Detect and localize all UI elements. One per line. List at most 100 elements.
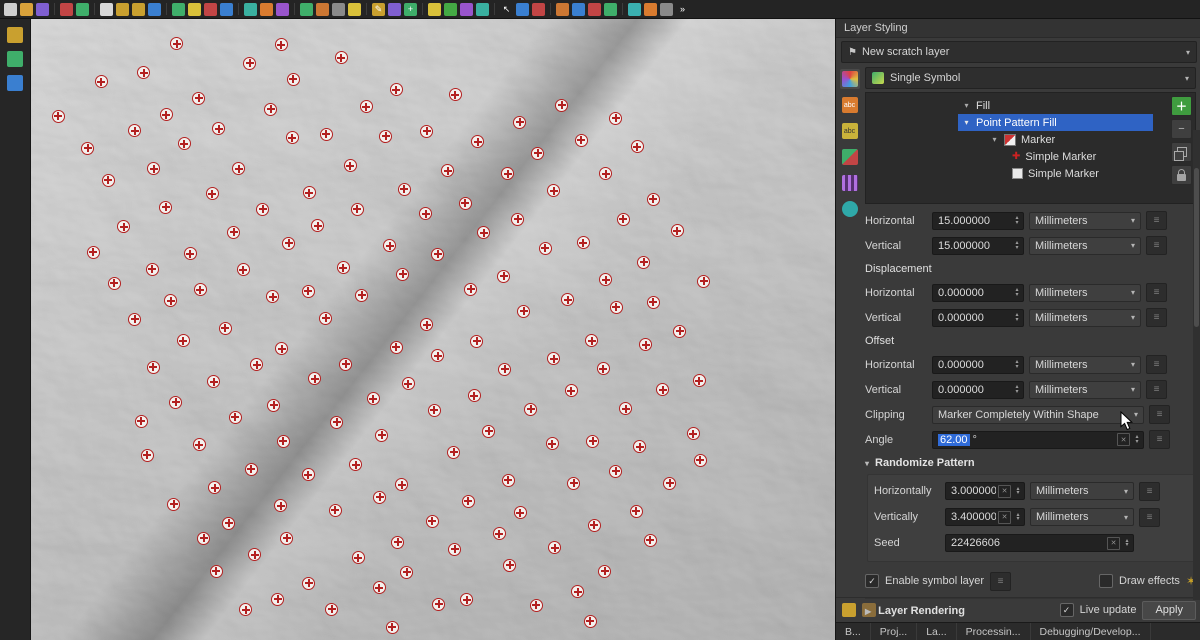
delete-selected-icon[interactable]: [532, 3, 545, 16]
data-defined-override-button[interactable]: ≡: [1146, 308, 1167, 327]
tree-item-simple-marker-2[interactable]: Simple Marker: [866, 165, 1195, 182]
bookmarks-panel-icon[interactable]: [7, 75, 23, 91]
displacement-vertical-spinbox[interactable]: 0.000000 ▴▾: [932, 309, 1024, 327]
displacement-vertical-unit-combo[interactable]: Millimeters ▾: [1029, 309, 1141, 327]
settings-icon[interactable]: [660, 3, 673, 16]
tree-item-marker[interactable]: ▾ Marker: [866, 131, 1195, 148]
python-console-icon[interactable]: [628, 3, 641, 16]
toolbar-overflow-icon[interactable]: »: [676, 3, 689, 16]
offset-horizontal-unit-combo[interactable]: Millimeters ▾: [1029, 356, 1141, 374]
cursor-tool-icon[interactable]: ↖: [500, 3, 513, 16]
draw-effects-checkbox[interactable]: [1099, 574, 1113, 588]
tab-history[interactable]: [840, 199, 860, 219]
zoom-full-icon[interactable]: [148, 3, 161, 16]
expand-arrow-icon[interactable]: ▾: [990, 135, 999, 144]
zoom-in-icon[interactable]: [116, 3, 129, 16]
labels-toolbar-icon[interactable]: [260, 3, 273, 16]
randomize-horizontal-spinbox[interactable]: 3.000000 ✕ ▴▾: [945, 482, 1025, 500]
randomize-pattern-header[interactable]: ▾ Randomize Pattern: [865, 452, 1196, 474]
layer-rendering-section[interactable]: ▶ Layer Rendering: [865, 598, 1196, 623]
project-new-icon[interactable]: [4, 3, 17, 16]
remove-symbol-layer-button[interactable]: −: [1171, 119, 1192, 139]
expand-arrow-icon[interactable]: ▾: [962, 118, 971, 127]
bookmarks-icon[interactable]: [588, 3, 601, 16]
layer-selector-combo[interactable]: ⚑ New scratch layer ▾: [841, 41, 1197, 63]
add-symbol-layer-button[interactable]: ＋: [1171, 96, 1192, 116]
clear-value-icon[interactable]: ✕: [1117, 433, 1130, 446]
offset-vertical-spinbox[interactable]: 0.000000 ▴▾: [932, 381, 1024, 399]
temporal-controller-icon[interactable]: [572, 3, 585, 16]
vertex-tool-icon[interactable]: [516, 3, 529, 16]
displacement-horizontal-spinbox[interactable]: 0.000000 ▴▾: [932, 284, 1024, 302]
layout-manager-icon[interactable]: [76, 3, 89, 16]
dock-tab-project[interactable]: Proj...: [871, 623, 917, 640]
style-manager-icon[interactable]: [60, 3, 73, 16]
plugins-icon[interactable]: [644, 3, 657, 16]
clipping-combo[interactable]: Marker Completely Within Shape ▾: [932, 406, 1144, 424]
data-defined-override-button[interactable]: ≡: [1149, 430, 1170, 449]
zoom-out-icon[interactable]: [132, 3, 145, 16]
dock-tab-layers[interactable]: La...: [917, 623, 956, 640]
tab-3d-view[interactable]: [840, 147, 860, 167]
browser-panel-icon[interactable]: [7, 27, 23, 43]
spinner-arrows-icon[interactable]: ▴▾: [1012, 216, 1022, 225]
data-defined-override-button[interactable]: ≡: [1146, 355, 1167, 374]
symbol-history-icon[interactable]: [842, 603, 856, 617]
tree-item-fill[interactable]: ▾ Fill: [866, 97, 1195, 114]
lock-colors-button[interactable]: [1171, 165, 1192, 185]
clear-value-icon[interactable]: ✕: [998, 485, 1011, 498]
select-features-icon[interactable]: [188, 3, 201, 16]
data-defined-override-button[interactable]: ≡: [1146, 236, 1167, 255]
angle-spinbox[interactable]: 62.00 ° ✕ ▴▾: [932, 431, 1144, 449]
spinner-arrows-icon[interactable]: ▴▾: [1132, 435, 1142, 444]
distance-horizontal-unit-combo[interactable]: Millimeters ▾: [1029, 212, 1141, 230]
clear-value-icon[interactable]: ✕: [998, 511, 1011, 524]
data-defined-override-button[interactable]: ≡: [1139, 482, 1160, 501]
dock-tab-processing[interactable]: Processin...: [957, 623, 1031, 640]
distance-vertical-unit-combo[interactable]: Millimeters ▾: [1029, 237, 1141, 255]
enable-symbol-layer-checkbox[interactable]: ✓: [865, 574, 879, 588]
processing-toolbox-icon[interactable]: [556, 3, 569, 16]
data-defined-override-button[interactable]: ≡: [1149, 405, 1170, 424]
spinner-arrows-icon[interactable]: ▴▾: [1013, 487, 1023, 496]
distance-horizontal-spinbox[interactable]: 15.000000 ▴▾: [932, 212, 1024, 230]
dock-tab-browser[interactable]: B...: [836, 623, 871, 640]
duplicate-symbol-layer-button[interactable]: [1171, 142, 1192, 162]
add-scratch-layer-icon[interactable]: [348, 3, 361, 16]
tree-item-simple-marker-1[interactable]: ✚ Simple Marker: [866, 148, 1195, 165]
spinner-arrows-icon[interactable]: ▴▾: [1012, 288, 1022, 297]
deselect-icon[interactable]: [204, 3, 217, 16]
measure-icon[interactable]: [244, 3, 257, 16]
tab-masks[interactable]: abc: [840, 121, 860, 141]
expand-arrow-icon[interactable]: ▾: [962, 101, 971, 110]
renderer-combo[interactable]: Single Symbol ▾: [865, 67, 1196, 89]
field-calculator-icon[interactable]: [428, 3, 441, 16]
scrollbar-thumb[interactable]: [1194, 168, 1199, 328]
data-defined-override-button[interactable]: ≡: [1146, 283, 1167, 302]
offset-vertical-unit-combo[interactable]: Millimeters ▾: [1029, 381, 1141, 399]
seed-spinbox[interactable]: 22426606 ✕ ▴▾: [945, 534, 1134, 552]
spinner-arrows-icon[interactable]: ▴▾: [1012, 313, 1022, 322]
project-open-icon[interactable]: [20, 3, 33, 16]
add-feature-icon[interactable]: +: [404, 3, 417, 16]
tab-histogram[interactable]: [840, 173, 860, 193]
pan-map-icon[interactable]: [100, 3, 113, 16]
tab-symbology[interactable]: [840, 69, 860, 89]
toggle-editing-icon[interactable]: ✎: [372, 3, 385, 16]
raster-calculator-icon[interactable]: [460, 3, 473, 16]
tab-labels[interactable]: abc: [840, 95, 860, 115]
open-table-icon[interactable]: [444, 3, 457, 16]
add-raster-layer-icon[interactable]: [332, 3, 345, 16]
randomize-horizontal-unit-combo[interactable]: Millimeters ▾: [1030, 482, 1134, 500]
attribute-table-icon[interactable]: [220, 3, 233, 16]
add-vector-layer-icon[interactable]: [316, 3, 329, 16]
map-canvas[interactable]: [31, 19, 835, 640]
randomize-vertical-spinbox[interactable]: 3.400000 ✕ ▴▾: [945, 508, 1025, 526]
save-edits-icon[interactable]: [388, 3, 401, 16]
annotations-icon[interactable]: [276, 3, 289, 16]
panel-scrollbar[interactable]: [1193, 130, 1200, 600]
new-layer-icon[interactable]: [300, 3, 313, 16]
displacement-horizontal-unit-combo[interactable]: Millimeters ▾: [1029, 284, 1141, 302]
dock-tab-debugging[interactable]: Debugging/Develop...: [1031, 623, 1151, 640]
identify-features-icon[interactable]: [172, 3, 185, 16]
